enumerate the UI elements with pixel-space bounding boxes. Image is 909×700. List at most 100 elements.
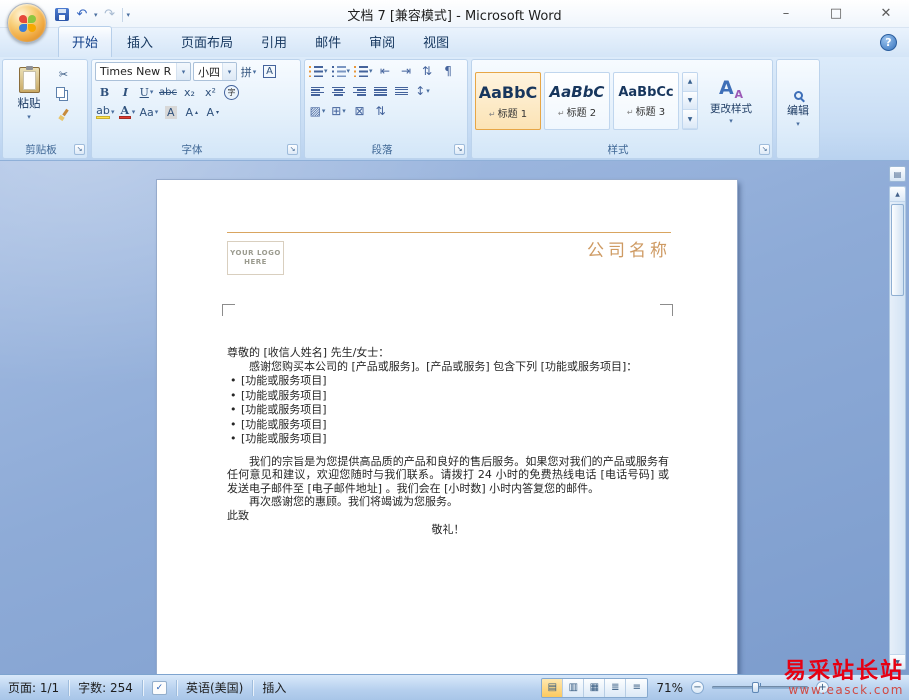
word-count[interactable]: 字数: 254 bbox=[78, 679, 133, 696]
phonetic-guide-button[interactable]: 拼 ▾ bbox=[239, 63, 258, 81]
scrollbar-track[interactable]: ▲ ▼ bbox=[889, 186, 906, 670]
copy-icon bbox=[56, 87, 65, 98]
paragraph-mark-icon: ↵ bbox=[488, 109, 496, 119]
minimize-button[interactable]: – bbox=[775, 3, 797, 23]
increase-indent-button[interactable]: ⇥ bbox=[397, 62, 416, 80]
grow-font-button[interactable]: A ▴ bbox=[182, 103, 201, 121]
gallery-scroll-down[interactable]: ▼ bbox=[683, 91, 697, 111]
paste-dropdown-icon: ▾ bbox=[27, 113, 31, 121]
tab-home[interactable]: 开始 bbox=[58, 26, 113, 57]
paragraph-mark-icon: ↵ bbox=[626, 107, 634, 117]
bold-button[interactable]: B bbox=[95, 83, 114, 101]
tab-page-layout[interactable]: 页面布局 bbox=[168, 27, 246, 57]
paste-button[interactable]: 粘贴 ▾ bbox=[6, 62, 52, 140]
subscript-button[interactable]: x₂ bbox=[180, 83, 199, 101]
zoom-out-button[interactable]: − bbox=[691, 681, 704, 694]
scrollbar-thumb[interactable] bbox=[891, 204, 904, 296]
insert-mode-indicator[interactable]: 插入 bbox=[262, 679, 286, 696]
style-heading3[interactable]: AaBbCc ↵ 标题 3 bbox=[613, 72, 679, 130]
ruler-toggle-button[interactable]: ▤ bbox=[889, 166, 906, 182]
character-shading-button[interactable]: A bbox=[161, 103, 180, 121]
text-highlight-button[interactable]: ab ▾ bbox=[95, 103, 116, 121]
spell-check-icon[interactable]: ✓ bbox=[151, 680, 167, 695]
character-border-button[interactable]: A bbox=[260, 63, 279, 81]
tab-review[interactable]: 审阅 bbox=[356, 27, 408, 57]
help-button[interactable]: ? bbox=[880, 34, 897, 51]
circle-character-icon: 字 bbox=[223, 84, 239, 100]
gallery-scroll-up[interactable]: ▲ bbox=[683, 73, 697, 92]
font-group-label: 字体 ↘ bbox=[92, 142, 300, 158]
justify-button[interactable] bbox=[371, 82, 390, 100]
multilevel-list-button[interactable]: ▾ bbox=[353, 62, 374, 80]
multilevel-list-icon bbox=[354, 65, 369, 77]
shading-button[interactable]: ▨ ▾ bbox=[308, 102, 327, 120]
align-right-button[interactable] bbox=[350, 82, 369, 100]
office-logo-icon bbox=[18, 14, 36, 32]
draft-view-button[interactable]: ≡ bbox=[626, 678, 648, 697]
watermark-url: www.easck.com bbox=[788, 683, 904, 698]
italic-button[interactable]: I bbox=[116, 83, 135, 101]
language-indicator[interactable]: 英语(美国) bbox=[186, 679, 243, 696]
align-right-icon bbox=[353, 86, 366, 97]
line-spacing-button[interactable]: ↕ ▾ bbox=[413, 82, 432, 100]
maximize-button[interactable]: □ bbox=[825, 3, 847, 23]
borders-button[interactable]: ⊞ ▾ bbox=[329, 102, 348, 120]
fullscreen-reading-view-button[interactable]: ▥ bbox=[563, 678, 585, 697]
enclose-characters-button[interactable]: 字 bbox=[222, 83, 241, 101]
redo-button[interactable]: ↷ bbox=[102, 6, 118, 23]
outline-view-button[interactable]: ≣ bbox=[605, 678, 627, 697]
title-bar: 文档 7 [兼容模式] - Microsoft Word – □ ✕ bbox=[0, 0, 909, 28]
numbering-button[interactable]: ▾ bbox=[331, 62, 352, 80]
font-name-combo[interactable]: Times New R ▾ bbox=[95, 62, 191, 81]
asian-layout-button[interactable]: ⊠ bbox=[350, 102, 369, 120]
scroll-up-arrow[interactable]: ▲ bbox=[890, 187, 905, 202]
gallery-more-button[interactable]: ▼ bbox=[683, 110, 697, 129]
shrink-font-button[interactable]: A ▾ bbox=[203, 103, 222, 121]
superscript-button[interactable]: x² bbox=[201, 83, 220, 101]
customize-qat-button[interactable]: ▾ bbox=[127, 11, 131, 19]
tab-mailings[interactable]: 邮件 bbox=[302, 27, 354, 57]
undo-button[interactable]: ↶ bbox=[74, 6, 90, 23]
cut-button[interactable]: ✂ bbox=[54, 65, 73, 83]
underline-button[interactable]: U ▾ bbox=[137, 83, 156, 101]
numbered-list-icon bbox=[331, 65, 346, 77]
window-controls: – □ ✕ bbox=[775, 3, 897, 23]
font-color-button[interactable]: A ▾ bbox=[118, 103, 137, 121]
sort-az-button[interactable]: ⇅ bbox=[371, 102, 390, 120]
style-heading1[interactable]: AaBbC ↵ 标题 1 bbox=[475, 72, 541, 130]
document-page[interactable]: YOUR LOGO HERE 公司名称 尊敬的 [收信人姓名] 先生/女士： 感… bbox=[157, 180, 737, 674]
style-heading2[interactable]: AaBbC ↵ 标题 2 bbox=[544, 72, 610, 130]
salute-line: 敬礼！ bbox=[431, 523, 465, 536]
styles-dialog-launcher[interactable]: ↘ bbox=[759, 144, 770, 155]
office-button[interactable] bbox=[7, 3, 47, 43]
paragraph-dialog-launcher[interactable]: ↘ bbox=[454, 144, 465, 155]
change-styles-button[interactable]: AA 更改样式 ▾ bbox=[702, 78, 760, 125]
close-button[interactable]: ✕ bbox=[875, 3, 897, 23]
save-button[interactable] bbox=[54, 6, 70, 23]
tab-view[interactable]: 视图 bbox=[410, 27, 462, 57]
bullets-button[interactable]: ▾ bbox=[308, 62, 329, 80]
font-size-combo[interactable]: 小四 ▾ bbox=[193, 62, 237, 81]
tab-insert[interactable]: 插入 bbox=[114, 27, 166, 57]
print-layout-view-button[interactable]: ▤ bbox=[542, 678, 564, 697]
change-case-button[interactable]: Aa ▾ bbox=[139, 103, 160, 121]
font-dialog-launcher[interactable]: ↘ bbox=[287, 144, 298, 155]
undo-dropdown-icon[interactable]: ▾ bbox=[94, 11, 98, 19]
editing-group[interactable]: 编辑 ▾ bbox=[776, 59, 820, 159]
justify-icon bbox=[374, 86, 387, 97]
align-center-button[interactable] bbox=[329, 82, 348, 100]
zoom-slider-thumb[interactable] bbox=[752, 682, 760, 693]
format-painter-button[interactable] bbox=[54, 105, 73, 123]
web-layout-view-button[interactable]: ▦ bbox=[584, 678, 606, 697]
tab-references[interactable]: 引用 bbox=[248, 27, 300, 57]
copy-button[interactable] bbox=[54, 85, 73, 103]
show-hide-paragraph-button[interactable]: ¶ bbox=[439, 62, 458, 80]
distribute-button[interactable] bbox=[392, 82, 411, 100]
sort-button[interactable]: ⇅ bbox=[418, 62, 437, 80]
page-indicator[interactable]: 页面: 1/1 bbox=[8, 679, 59, 696]
clipboard-dialog-launcher[interactable]: ↘ bbox=[74, 144, 85, 155]
decrease-indent-button[interactable]: ⇤ bbox=[376, 62, 395, 80]
align-left-button[interactable] bbox=[308, 82, 327, 100]
strikethrough-button[interactable]: abc bbox=[158, 83, 178, 101]
zoom-level[interactable]: 71% bbox=[656, 681, 683, 695]
